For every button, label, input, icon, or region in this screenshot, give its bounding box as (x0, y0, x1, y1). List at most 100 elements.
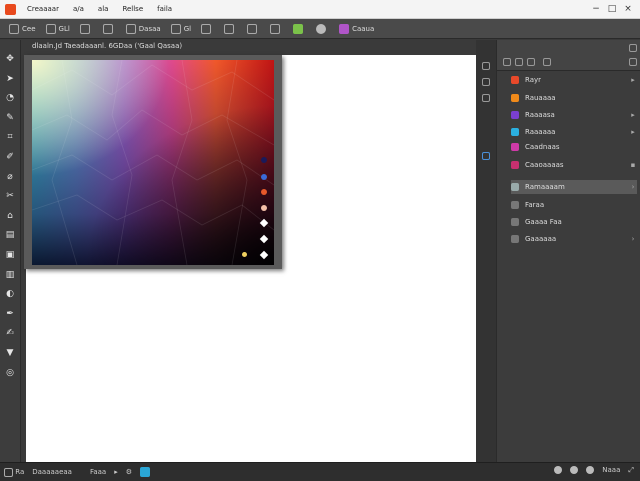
path-icon[interactable]: ▼ (5, 348, 15, 358)
status-doc-info: Daaaaaeaa (32, 468, 72, 476)
toolbar-green-button[interactable] (293, 23, 306, 35)
hand-icon (224, 23, 235, 34)
adjust-layer-icon (511, 201, 519, 209)
toolbar-layers-button[interactable] (270, 23, 283, 35)
settings-icon (45, 23, 56, 34)
swatch-dot-orange[interactable] (261, 189, 267, 195)
gradient-image[interactable] (32, 60, 274, 265)
globe-icon (201, 23, 212, 34)
eraser-icon[interactable]: ▣ (5, 250, 15, 260)
type-icon[interactable]: ✍ (5, 328, 15, 338)
crop-icon (170, 23, 181, 34)
panel-blend-icon[interactable] (543, 58, 551, 66)
minimize-button[interactable]: − (590, 3, 602, 15)
toolbar-crop-button[interactable]: Gl (170, 23, 192, 35)
layer-arrow-icon[interactable]: ▪ (629, 161, 637, 169)
panel-options-icon[interactable] (629, 58, 637, 66)
document-tab[interactable]: dlaaln.Jd Taeadaaanl. 6GDaa ('Gaal Qasaa… (26, 41, 188, 52)
layer-label: Raaaasa (525, 111, 555, 119)
toolbar-settings-button[interactable]: GLl (45, 23, 70, 35)
dock-swatch-icon[interactable] (482, 94, 490, 102)
status-settings-icon[interactable]: ⚙ (126, 468, 132, 476)
heal-icon[interactable]: ⌀ (5, 172, 15, 182)
layer-row[interactable]: Rayr ▸ (511, 73, 637, 87)
toolbar-hand-button[interactable] (224, 23, 237, 35)
menu-item-3[interactable]: Rellse (122, 5, 143, 13)
layer-arrow-icon[interactable]: ▸ (629, 128, 637, 136)
brush-icon (102, 23, 113, 34)
red-layer-icon (511, 76, 519, 84)
status-dot-1[interactable] (554, 466, 563, 474)
swatch-dot-blue[interactable] (261, 174, 267, 180)
toolbar-purple-button[interactable]: Caaua (339, 23, 374, 35)
status-zoom-label: Ra (15, 468, 25, 476)
layer-row[interactable]: Faraa (511, 198, 637, 212)
status-right-group: Naaa ⤢ (554, 466, 634, 475)
lasso-icon[interactable]: ◔ (5, 93, 15, 103)
layer-row[interactable]: Caaoaaaas ▪ (511, 158, 637, 172)
panel-lock-icon[interactable] (515, 58, 523, 66)
status-expand-icon[interactable]: ⤢ (628, 466, 634, 475)
toolbar-new-button[interactable]: Cee (9, 23, 36, 35)
panel-filter-icon[interactable] (527, 58, 535, 66)
swatch-dot-peach[interactable] (261, 205, 267, 211)
status-dot-2[interactable] (570, 466, 579, 474)
status-view-button[interactable] (140, 467, 151, 477)
history-icon[interactable]: ▤ (5, 230, 15, 240)
swatch-dot-yellow[interactable] (242, 252, 247, 257)
swatch-dot-navy[interactable] (261, 157, 267, 163)
arrow-icon[interactable]: ➤ (5, 74, 15, 84)
selection-icon (79, 23, 90, 34)
layer-arrow-icon[interactable]: ▸ (629, 76, 637, 84)
group-layer-icon (511, 218, 519, 226)
image-window[interactable] (24, 55, 282, 269)
layer-arrow-icon[interactable]: ▸ (629, 111, 637, 119)
layer-row[interactable]: Ramaaaam › (511, 180, 637, 194)
menu-item-1[interactable]: a/a (73, 5, 84, 13)
layer-row[interactable]: Gaaaaaa › (511, 232, 637, 246)
status-play-icon[interactable]: ▸ (114, 468, 118, 476)
maximize-button[interactable]: □ (606, 3, 618, 15)
toolbar-globe-button[interactable] (201, 23, 214, 35)
polygon-mesh (32, 60, 274, 265)
dock-info-icon[interactable] (482, 152, 490, 160)
toolbar-selection-button[interactable] (79, 23, 93, 35)
shape-icon[interactable]: ◎ (5, 368, 15, 378)
dock-history-icon[interactable] (482, 62, 490, 70)
panel-menu-icon[interactable] (503, 58, 511, 66)
panel-collapse-icon[interactable] (629, 44, 637, 52)
toolbar-settings-label: GLl (58, 24, 70, 33)
status-dot-3[interactable] (586, 466, 595, 474)
layer-arrow-icon[interactable]: › (629, 183, 637, 191)
layer-row[interactable]: Gaaaa Faa (511, 215, 637, 229)
toolbar-document-button[interactable]: Dasaa (125, 23, 161, 35)
layer-row[interactable]: Caadnaas (511, 140, 637, 154)
move-icon[interactable]: ✥ (5, 54, 15, 64)
toolbar-purple-label: Caaua (352, 24, 375, 33)
pen-icon[interactable]: ✒ (5, 309, 15, 319)
brush-tool-icon[interactable]: ✂ (5, 191, 15, 201)
blur-icon[interactable]: ◐ (5, 289, 15, 299)
close-button[interactable]: × (622, 3, 634, 15)
crop-tool-icon[interactable]: ⌗ (5, 132, 15, 142)
layer-row[interactable]: Raaaasa ▸ (511, 108, 637, 122)
layer-label: Faraa (525, 201, 545, 209)
toolbar-brush-button[interactable] (102, 23, 116, 35)
wand-icon[interactable]: ✎ (5, 113, 15, 123)
app-name: Creaaaar (27, 5, 59, 13)
layers-icon (270, 23, 281, 34)
eyedropper-icon[interactable]: ✐ (5, 152, 15, 162)
toolbar-image-button[interactable] (247, 23, 260, 35)
layer-arrow-icon[interactable]: › (629, 235, 637, 243)
gradient-icon[interactable]: ▥ (5, 270, 15, 280)
layer-row[interactable]: Raaaaaa ▸ (511, 125, 637, 139)
layer-row[interactable]: Rauaaaa (511, 91, 637, 105)
status-right-label: Naaa (602, 466, 621, 474)
toolbar-crop-label: Gl (183, 24, 192, 33)
stamp-icon[interactable]: ⌂ (5, 211, 15, 221)
toolbar-circle-button[interactable] (316, 23, 329, 35)
status-zoom[interactable]: Ra (4, 467, 25, 477)
menu-item-4[interactable]: faila (157, 5, 172, 13)
menu-item-2[interactable]: ala (98, 5, 109, 13)
dock-brush-icon[interactable] (482, 78, 490, 86)
